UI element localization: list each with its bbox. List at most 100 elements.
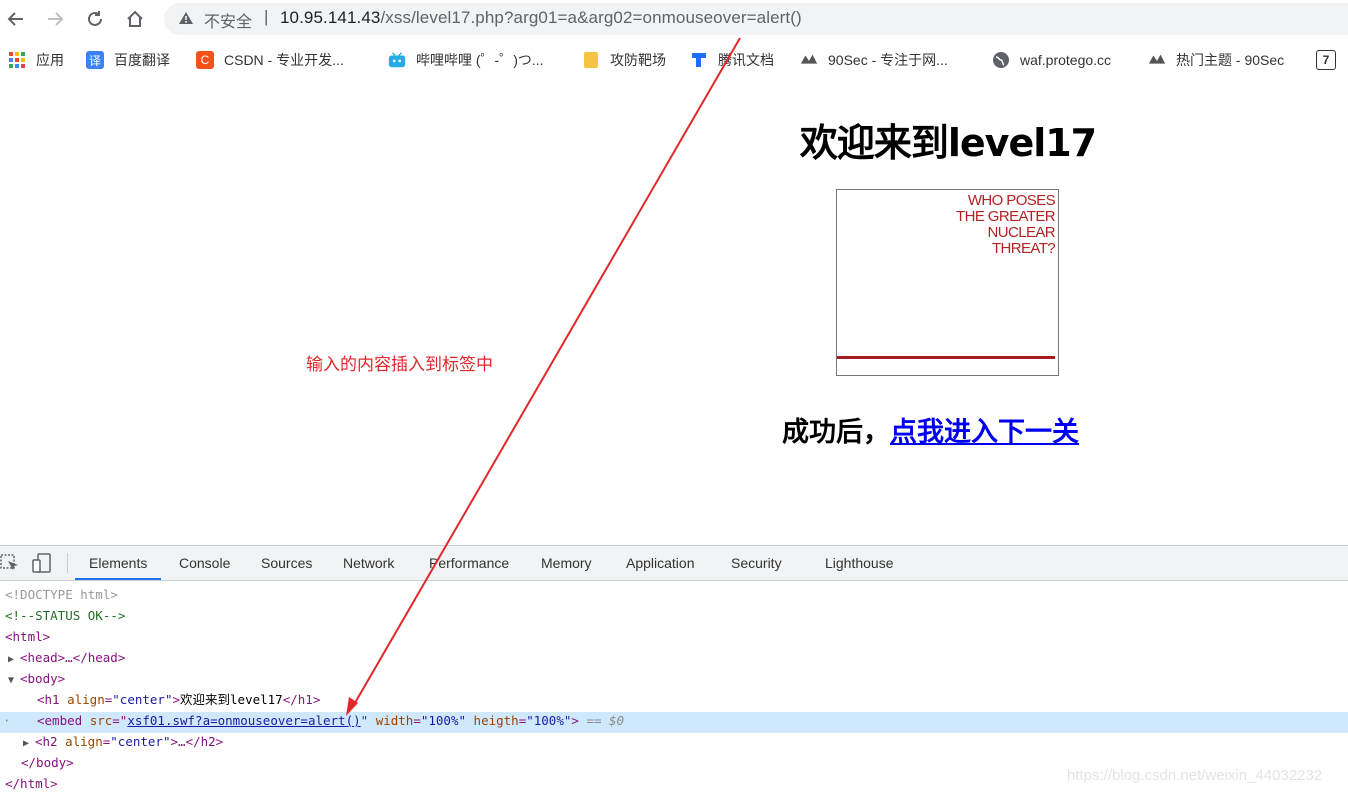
90sec-icon	[800, 51, 818, 69]
device-toggle-icon[interactable]	[32, 553, 52, 573]
embed-src-attr: src	[89, 713, 113, 728]
selected-marker: == $0	[586, 713, 625, 728]
devtools-panel: Elements Console Sources Network Performance…	[0, 545, 1348, 796]
bookmarks-bar: 应用 译百度翻译 C CSDN - 专业开发... 哔哩哔哩 (゜-゜)つ... 攻防靶场…	[0, 44, 1348, 76]
body-open-tag: <body>	[20, 671, 66, 686]
body-close-node[interactable]: </body>	[21, 752, 74, 773]
home-icon	[127, 10, 143, 27]
back-arrow-icon	[7, 12, 23, 26]
security-label[interactable]: 不安全	[204, 8, 252, 32]
url-text[interactable]: 10.95.141.43/xss/level17.php?arg01=a&arg…	[280, 8, 802, 28]
h2-rest: >…</h2>	[170, 734, 224, 749]
browser-toolbar: 不安全 | 10.95.141.43/xss/level17.php?arg01…	[0, 0, 1348, 38]
forward-button[interactable]	[42, 6, 68, 32]
home-button[interactable]	[122, 6, 148, 32]
h2-val: "center"	[110, 734, 171, 749]
reload-button[interactable]	[82, 6, 108, 32]
embed-open: <embed	[37, 713, 83, 728]
bookmark-item[interactable]: 热门主题 - 90Sec	[1148, 48, 1284, 72]
url-host: 10.95.141.43	[280, 8, 381, 27]
bookmark-label: 腾讯文档	[718, 52, 774, 68]
embed-end: >	[571, 713, 579, 728]
html-close-node[interactable]: </html>	[5, 773, 58, 794]
bookmark-item[interactable]: 译百度翻译	[86, 48, 170, 72]
page-content: 欢迎来到level17 WHO POSES THE GREATER NUCLEA…	[0, 80, 1348, 545]
bookmark-label: 应用	[36, 52, 64, 68]
apps-grid-icon	[8, 51, 26, 69]
bookmark-item[interactable]: 90Sec - 专注于网...	[800, 48, 948, 72]
h1-node[interactable]: <h1 align="center">欢迎来到level17</h1>	[37, 689, 320, 710]
page-heading: 欢迎来到level17	[799, 121, 1097, 165]
bookmark-item[interactable]: 哔哩哔哩 (゜-゜)つ...	[388, 48, 544, 72]
embedded-flash[interactable]: WHO POSES THE GREATER NUCLEAR THREAT?	[836, 189, 1059, 376]
back-button[interactable]	[3, 6, 29, 32]
embed-width-val: "100%"	[420, 713, 467, 728]
next-level-link[interactable]: 点我进入下一关	[890, 417, 1079, 448]
address-bar[interactable]: 不安全 | 10.95.141.43/xss/level17.php?arg01…	[164, 3, 1348, 35]
h1-close: </h1>	[282, 692, 321, 707]
devtools-tab-console[interactable]: Console	[179, 546, 230, 580]
head-tag: <head>…</head>	[20, 650, 126, 665]
doctype-node[interactable]: <!DOCTYPE html>	[5, 584, 118, 605]
devtools-tab-network[interactable]: Network	[343, 546, 394, 580]
head-node[interactable]: ▶ <head>…</head>	[8, 647, 125, 668]
embed-divider	[837, 356, 1055, 359]
h1-val: "center"	[112, 692, 173, 707]
comment-text: <!--STATUS OK-->	[5, 608, 126, 623]
bookmark-item[interactable]: 攻防靶场	[582, 48, 666, 72]
collapse-triangle-icon[interactable]: ▼	[8, 670, 20, 691]
success-prefix: 成功后，	[782, 417, 890, 448]
h1-open: <h1	[37, 692, 60, 707]
embed-src-link[interactable]: xsf01.swf?a=onmouseover=alert()	[127, 713, 360, 728]
devtools-tab-application[interactable]: Application	[626, 546, 695, 580]
devtools-tab-elements[interactable]: Elements	[75, 546, 162, 580]
bookmark-item[interactable]: C CSDN - 专业开发...	[196, 48, 344, 72]
devtools-tab-memory[interactable]: Memory	[541, 546, 592, 580]
success-heading: 成功后，点我进入下一关	[782, 410, 1079, 449]
embed-node[interactable]: <embed src="xsf01.swf?a=onmouseover=aler…	[37, 710, 624, 731]
html-node[interactable]: <html>	[5, 626, 50, 647]
bookmark-label: 攻防靶场	[610, 52, 666, 68]
devtools-tab-sources[interactable]: Sources	[261, 546, 312, 580]
bookmark-label: 热门主题 - 90Sec	[1176, 52, 1285, 68]
warning-icon	[179, 12, 193, 24]
90sec-icon	[1148, 51, 1166, 69]
bookmark-label: waf.protego.cc	[1020, 52, 1112, 68]
bookmark-item[interactable]: 应用	[8, 48, 64, 72]
html-open-tag: <html>	[5, 629, 51, 644]
url-separator: |	[264, 7, 269, 26]
bookmark-item[interactable]: 腾讯文档	[690, 48, 774, 72]
devtools-tab-security[interactable]: Security	[731, 546, 782, 580]
h2-open: <h2	[35, 734, 58, 749]
devtools-divider	[67, 553, 68, 573]
seven-icon: 7	[1316, 50, 1336, 70]
body-node[interactable]: ▼ <body>	[8, 668, 65, 689]
embed-heigth-val: "100%"	[526, 713, 572, 728]
globe-icon	[992, 51, 1010, 69]
devtools-tabbar: Elements Console Sources Network Performance…	[0, 546, 1348, 581]
h1-attr: align	[67, 692, 105, 707]
bookmark-label: CSDN - 专业开发...	[224, 52, 344, 68]
bookmark-label: 90Sec - 专注于网...	[828, 52, 948, 68]
embed-heigth-attr: heigth	[473, 713, 519, 728]
html-close-tag: </html>	[5, 776, 58, 791]
reload-icon	[88, 11, 102, 26]
body-close-tag: </body>	[21, 755, 74, 770]
url-path: /xss/level17.php?arg01=a&arg02=onmouseov…	[380, 8, 802, 27]
expand-triangle-icon[interactable]: ▶	[8, 649, 20, 670]
bookmark-item[interactable]: waf.protego.cc	[992, 48, 1111, 72]
h2-attr: align	[65, 734, 103, 749]
h2-node[interactable]: ▶ <h2 align="center">…</h2>	[23, 731, 223, 752]
csdn-icon: C	[196, 51, 214, 69]
folder-icon	[582, 51, 600, 69]
expand-triangle-icon[interactable]: ▶	[23, 733, 35, 754]
inspect-element-icon[interactable]	[0, 553, 20, 573]
devtools-tab-performance[interactable]: Performance	[429, 546, 509, 580]
bookmark-item[interactable]: 7	[1316, 48, 1346, 72]
bookmark-label: 百度翻译	[114, 52, 170, 68]
forward-arrow-icon	[48, 12, 64, 26]
bilibili-icon	[388, 51, 406, 69]
comment-node[interactable]: <!--STATUS OK-->	[5, 605, 125, 626]
devtools-tab-lighthouse[interactable]: Lighthouse	[825, 546, 894, 580]
tencent-docs-icon	[690, 51, 708, 69]
